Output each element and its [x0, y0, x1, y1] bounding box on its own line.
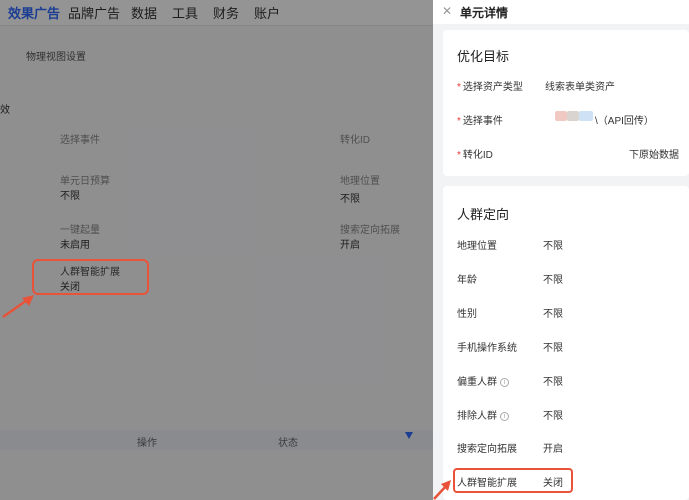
audience-row-label: 地理位置: [457, 241, 497, 252]
info-icon[interactable]: i: [500, 411, 509, 421]
audience-row-value: 不限: [543, 275, 563, 286]
asset-type-label: * 选择资产类型: [457, 82, 523, 93]
audience-row-value: 不限: [543, 411, 563, 422]
audience-row-value: 开启: [543, 444, 563, 455]
audience-row-label: 性别: [457, 309, 477, 320]
audience-row-label: 偏重人群 i: [457, 373, 509, 388]
optimization-title: 优化目标: [457, 49, 510, 64]
conversion-id-label: * 转化ID: [457, 150, 493, 161]
audience-row-label: 排除人群 i: [457, 407, 509, 422]
audience-row-value: 不限: [543, 377, 563, 388]
info-icon[interactable]: i: [500, 377, 509, 387]
audience-row-label: 手机操作系统: [457, 343, 517, 354]
arrow-icon: [2, 295, 34, 319]
blurred-content: [555, 111, 567, 121]
audience-row-label: 搜索定向拓展: [457, 444, 517, 455]
conversion-id-value: 下原始数据: [629, 150, 679, 161]
arrow-icon: [433, 480, 451, 500]
event-label: * 选择事件: [457, 116, 503, 127]
audience-row-label: 年龄: [457, 275, 477, 286]
background-highlight-box: [32, 259, 149, 295]
close-icon[interactable]: ✕: [442, 4, 452, 18]
audience-row-value: 不限: [543, 241, 563, 252]
asset-type-value: 线索表单类资产: [545, 82, 615, 93]
audience-row-value: 不限: [543, 343, 563, 354]
optimization-card: 优化目标 * 选择资产类型 线索表单类资产 * 选择事件 \（API回传） * 转化I…: [443, 30, 689, 176]
audience-row-value: 不限: [543, 309, 563, 320]
unit-detail-drawer: ✕ 单元详情 优化目标 * 选择资产类型 线索表单类资产 * 选择事件 \（API回…: [433, 0, 689, 500]
event-value: \（API回传）: [595, 116, 654, 127]
blurred-content: [579, 111, 593, 121]
drawer-title: 单元详情: [460, 6, 509, 20]
audience-title: 人群定向: [457, 207, 510, 222]
blurred-content: [567, 111, 579, 121]
drawer-header: ✕ 单元详情: [433, 0, 689, 24]
audience-card: 人群定向 地理位置 不限 年龄 不限 性别 不限 手机操作系统 不限 偏重人群 i…: [443, 186, 689, 500]
audience-highlight-box: [453, 468, 573, 493]
